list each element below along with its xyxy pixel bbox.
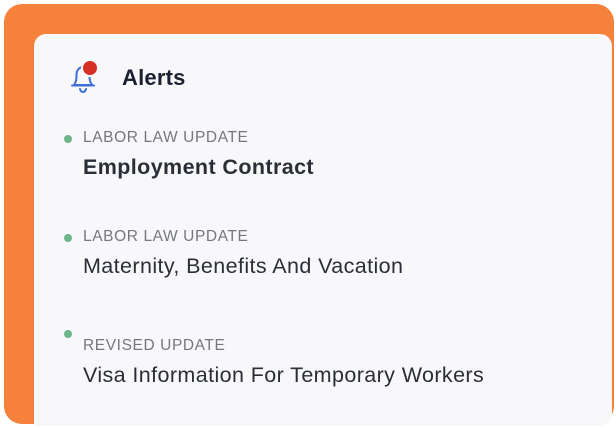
alert-category: REVISED UPDATE — [83, 337, 226, 354]
alert-title[interactable]: Employment Contract — [83, 155, 314, 180]
status-dot — [64, 330, 72, 338]
alert-category: LABOR LAW UPDATE — [83, 228, 249, 245]
bell-icon[interactable] — [66, 59, 100, 96]
status-dot — [64, 135, 72, 143]
alerts-card: Alerts LABOR LAW UPDATE Employment Contr… — [34, 34, 612, 424]
status-dot — [64, 234, 72, 242]
card-title: Alerts — [122, 65, 186, 90]
notification-dot — [81, 59, 99, 77]
alert-category: LABOR LAW UPDATE — [83, 129, 249, 146]
alerts-header: Alerts — [66, 59, 186, 96]
alerts-widget-frame: Alerts LABOR LAW UPDATE Employment Contr… — [0, 0, 616, 428]
alert-title[interactable]: Visa Information For Temporary Workers — [83, 363, 484, 388]
alert-title[interactable]: Maternity, Benefits And Vacation — [83, 254, 403, 279]
